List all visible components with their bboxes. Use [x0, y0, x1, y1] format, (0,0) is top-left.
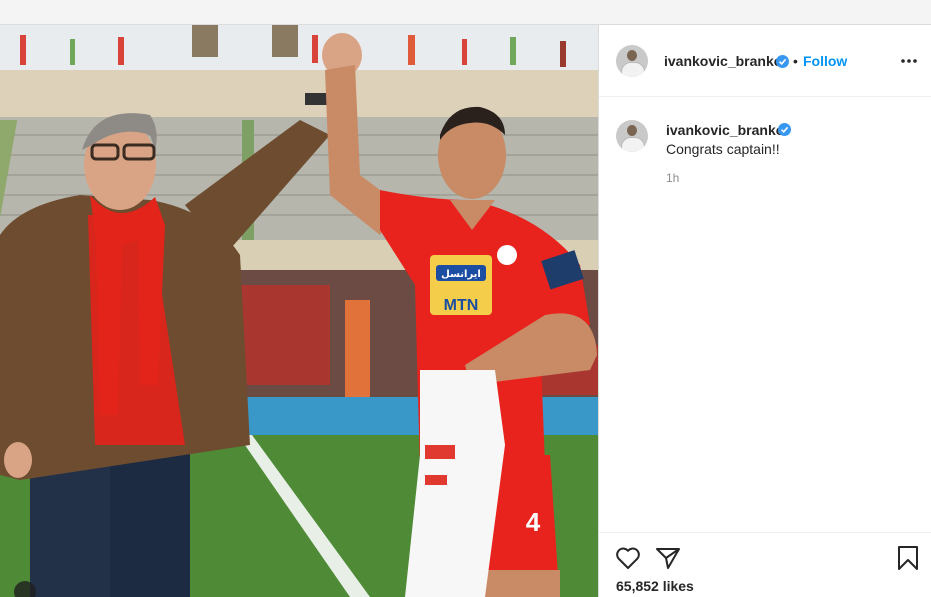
jersey-number: 4 — [526, 507, 541, 537]
more-options-icon[interactable] — [900, 52, 918, 70]
post-image-illustration: MTN ایرانسل 4 — [0, 25, 598, 597]
heart-icon[interactable] — [615, 546, 641, 570]
browser-top-band — [0, 0, 931, 25]
post-timestamp[interactable]: 1h — [666, 171, 679, 185]
caption-text: Congrats captain!! — [666, 141, 780, 157]
caption-avatar[interactable] — [616, 120, 648, 152]
post-header: ivankovic_branko • Follow — [599, 25, 931, 97]
sponsor-badge: ایرانسل — [441, 269, 481, 280]
verified-badge-icon — [776, 55, 789, 68]
share-icon[interactable] — [655, 546, 681, 570]
likes-count[interactable]: 65,852 likes — [616, 578, 694, 594]
media-indicator-dot — [14, 581, 36, 597]
post-actions: 65,852 likes — [599, 532, 931, 597]
post-side-panel: ivankovic_branko • Follow ivankovic_bran… — [598, 25, 931, 597]
post-photo[interactable]: MTN ایرانسل 4 — [0, 25, 598, 597]
verified-badge-icon — [778, 123, 791, 136]
header-username[interactable]: ivankovic_branko — [664, 53, 782, 69]
header-bullet: • — [793, 53, 798, 69]
jersey-sponsor: MTN — [444, 297, 479, 314]
avatar[interactable] — [616, 45, 648, 77]
bookmark-icon[interactable] — [897, 545, 919, 571]
caption-username[interactable]: ivankovic_branko — [666, 122, 784, 138]
follow-button[interactable]: Follow — [803, 53, 847, 69]
